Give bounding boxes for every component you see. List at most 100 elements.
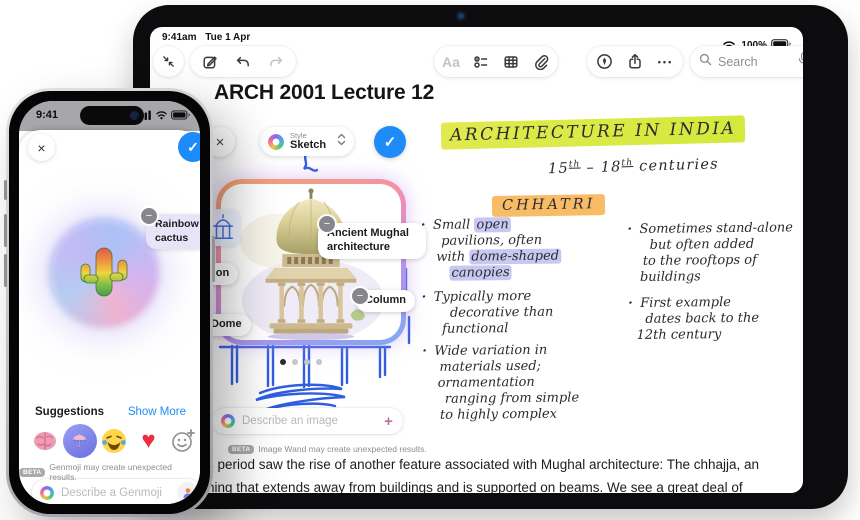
note-body-line: ning that extends away from buildings an… [207, 480, 743, 493]
close-genmoji-button[interactable]: × [28, 134, 55, 161]
handwritten-heading: ARCHITECTURE IN INDIA [440, 115, 746, 150]
share-icon[interactable] [622, 49, 648, 75]
page-dot[interactable] [316, 359, 322, 365]
accept-image-button[interactable]: ✓ [374, 126, 406, 158]
close-icon: × [215, 133, 225, 151]
style-value: Sketch [290, 139, 327, 152]
iphone-status-icons [137, 110, 190, 120]
apple-intelligence-icon [221, 414, 235, 428]
image-wand-beta-note: BETA Image Wand may create unexpected re… [228, 444, 427, 454]
handwritten-dates: 15th – 18th centuries [547, 156, 719, 178]
show-more-link[interactable]: Show More [128, 406, 186, 418]
minus-icon: − [356, 290, 364, 302]
note-title: ARCH 2001 Lecture 12 [214, 81, 435, 104]
notes-left-column: Small open pavilions, often with dome-sh… [421, 216, 618, 424]
search-placeholder: Search [718, 54, 758, 69]
page-dot[interactable] [292, 359, 298, 365]
power-button [212, 236, 215, 282]
apple-intelligence-icon [40, 485, 54, 500]
add-emoji-icon[interactable] [166, 424, 200, 458]
action-button [4, 180, 7, 200]
ipad-device: 9:41am Tue 1 Apr 100% Aa ••• Search ARCH… [133, 5, 848, 509]
beta-badge: BETA [19, 467, 46, 477]
dynamic-island [80, 106, 144, 125]
compose-icon[interactable] [197, 49, 223, 75]
notes-right-column: Sometimes stand-alone but often added to… [627, 220, 803, 344]
table-icon[interactable] [498, 49, 524, 75]
note-bullet: Typically more decorative than functiona… [422, 288, 617, 338]
describe-image-placeholder: Describe an image [242, 415, 338, 427]
front-camera [458, 13, 464, 19]
describe-genmoji-input[interactable]: Describe a Genmoji [32, 479, 200, 504]
remove-description-button[interactable]: − [141, 208, 157, 224]
search-icon [699, 53, 712, 71]
describe-genmoji-placeholder: Describe a Genmoji [61, 486, 162, 499]
style-label: Style [290, 130, 307, 140]
handwritten-section-title: CHHATRI [491, 194, 606, 217]
style-selector[interactable]: Style Sketch [260, 127, 354, 156]
note-body-line: s period saw the rise of another feature… [207, 457, 760, 472]
ipad-screen: 9:41am Tue 1 Apr 100% Aa ••• Search ARCH… [150, 27, 803, 493]
dimmed-background: 9:41 [19, 101, 200, 131]
person-icon [183, 487, 193, 498]
tag-ancient-mughal[interactable]: Ancient Mughal architecture [318, 223, 426, 259]
volume-up-button [4, 214, 7, 247]
beta-text: Image Wand may create unexpected results… [258, 444, 427, 454]
more-options-button[interactable]: ••• [653, 49, 679, 75]
beta-text: Genmoji may create unexpected results. [49, 462, 172, 482]
genmoji-preview-bubble[interactable] [52, 221, 156, 325]
wifi-icon [156, 111, 167, 120]
umbrella-genmoji[interactable]: ☂ [62, 424, 97, 458]
page-dot[interactable] [304, 359, 310, 365]
clock: 9:41am [162, 32, 197, 43]
heart-emoji[interactable]: ♥ [132, 424, 166, 458]
markup-pen-icon[interactable] [592, 49, 618, 75]
laughing-emoji[interactable] [97, 424, 131, 458]
note-bullet: Small open pavilions, often with dome-sh… [421, 216, 617, 282]
battery-icon [171, 110, 190, 120]
text-format-button[interactable]: Aa [438, 49, 464, 75]
cellular-icon [137, 110, 151, 120]
collapse-icon [156, 49, 182, 75]
format-toolbar-group: Aa [434, 46, 558, 77]
describe-image-input[interactable]: Describe an image + [212, 408, 403, 434]
attachment-icon[interactable] [528, 49, 554, 75]
beta-badge: BETA [228, 444, 255, 454]
emoji-suggestions-row: ☂ ♥ [28, 424, 200, 458]
redo-icon[interactable] [263, 49, 289, 75]
note-bullet: First example dates back to the 12th cen… [628, 294, 803, 344]
collapse-toolbar-button[interactable] [153, 46, 184, 77]
edit-toolbar-group [190, 46, 296, 77]
add-image-prompt-button[interactable]: + [379, 412, 398, 431]
minus-icon: − [323, 218, 331, 230]
rainbow-cactus-genmoji [80, 247, 128, 297]
style-palette-icon [268, 133, 284, 150]
undo-icon[interactable] [230, 49, 256, 75]
ipad-status-bar: 9:41am Tue 1 Apr [162, 32, 256, 43]
clock: 9:41 [36, 109, 59, 121]
tools-toolbar-group: ••• [587, 46, 683, 77]
search-field[interactable]: Search [690, 46, 803, 77]
remove-tag-button[interactable]: − [319, 216, 335, 232]
genmoji-beta-note: BETA Genmoji may create unexpected resul… [19, 462, 200, 482]
date: Tue 1 Apr [205, 32, 251, 43]
dictation-mic-icon[interactable] [798, 51, 803, 72]
checklist-icon[interactable] [468, 49, 494, 75]
volume-down-button [4, 254, 7, 287]
note-bullet: Wide variation in materials used; orname… [422, 342, 618, 424]
suggestions-label: Suggestions [35, 406, 105, 418]
person-genmoji-button[interactable] [177, 481, 199, 504]
minus-icon: − [145, 210, 153, 222]
page-dot[interactable] [280, 359, 286, 365]
note-bullet: Sometimes stand-alone but often added to… [627, 220, 803, 286]
checkmark-icon: ✓ [187, 138, 199, 155]
brain-emoji[interactable] [28, 424, 62, 458]
close-icon: × [37, 139, 46, 156]
iphone-device: 9:41 × ✓ Rainbow cactus − Suggestions Sh… [4, 88, 215, 517]
checkmark-icon: ✓ [383, 134, 397, 151]
chevron-up-down-icon [337, 133, 346, 151]
accept-genmoji-button[interactable]: ✓ [178, 132, 200, 162]
image-variant-dots[interactable] [280, 359, 322, 365]
iphone-screen: 9:41 × ✓ Rainbow cactus − Suggestions Sh… [19, 101, 200, 504]
remove-tag-button[interactable]: − [352, 288, 368, 304]
